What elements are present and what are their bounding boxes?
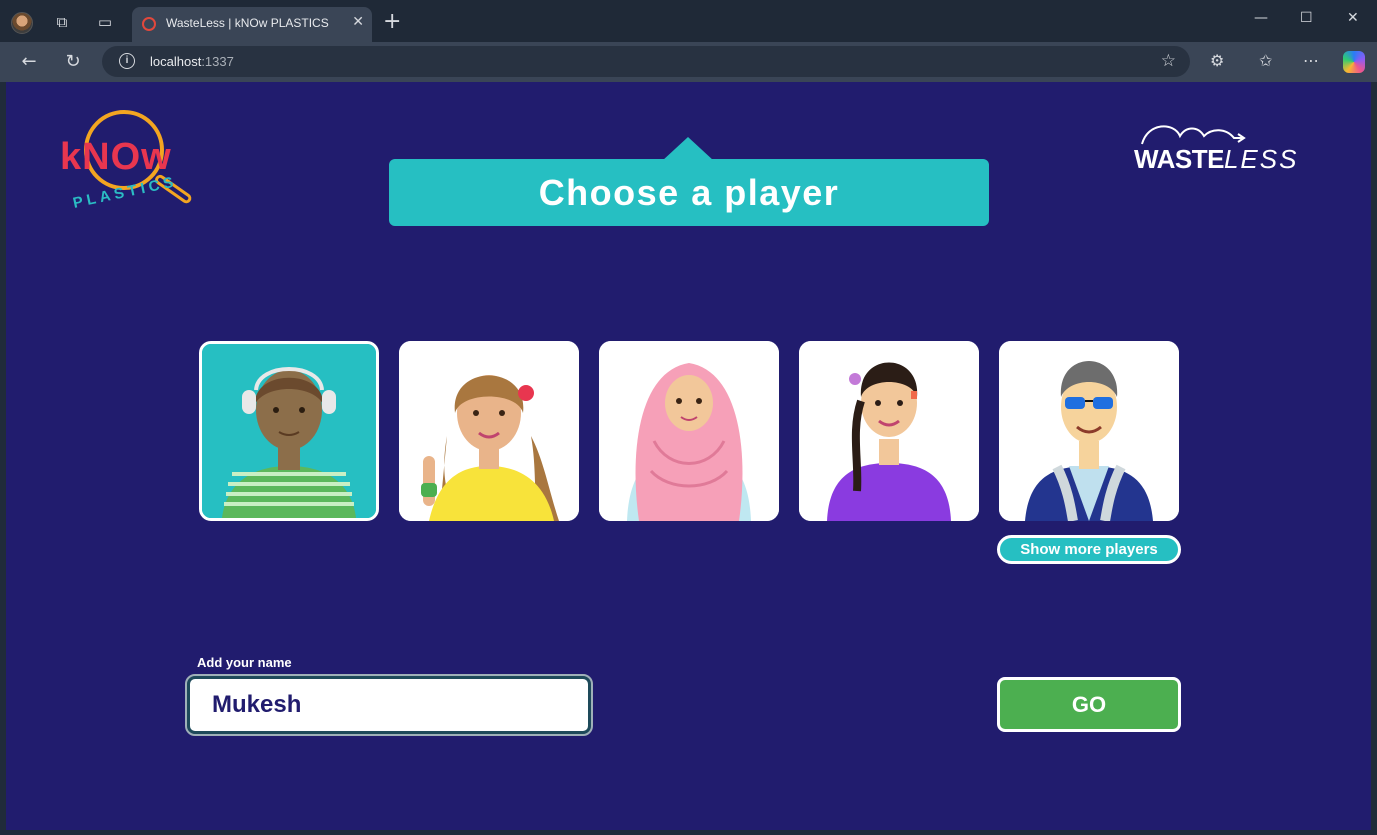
player-card-4[interactable] [799, 341, 979, 521]
copilot-icon[interactable] [1343, 51, 1365, 73]
player-5-avatar-icon [999, 341, 1179, 521]
tab-close-icon[interactable]: ✕ [352, 14, 364, 30]
go-button[interactable]: GO [997, 677, 1181, 732]
player-card-5[interactable] [999, 341, 1179, 521]
maximize-button[interactable]: ☐ [1300, 10, 1313, 26]
url-host: localhost [150, 54, 202, 69]
browser-toolbar: ← ↻ i localhost:1337 ☆ ⚙ ✩ ⋯ [0, 42, 1377, 82]
minimize-button[interactable]: — [1254, 10, 1268, 26]
tab-title: WasteLess | kNOw PLASTICS [166, 16, 329, 30]
name-label: Add your name [197, 655, 292, 670]
logo-less-word: LESS [1223, 144, 1299, 174]
workspaces-icon[interactable]: ⧉ [51, 11, 73, 33]
tab-favicon [142, 17, 156, 31]
url-text[interactable]: localhost:1337 [150, 54, 234, 69]
site-info-icon[interactable]: i [119, 53, 135, 69]
player-card-2[interactable] [399, 341, 579, 521]
extensions-icon[interactable]: ⚙ [1210, 51, 1224, 70]
player-4-avatar-icon [799, 341, 979, 521]
new-tab-button[interactable]: + [383, 9, 401, 34]
favorite-star-icon[interactable]: ☆ [1161, 51, 1176, 71]
browser-tab[interactable]: WasteLess | kNOw PLASTICS ✕ [132, 7, 372, 42]
show-more-players-button[interactable]: Show more players [997, 535, 1181, 564]
url-port: :1337 [201, 54, 234, 69]
favorites-icon[interactable]: ✩ [1259, 51, 1272, 70]
refresh-icon[interactable]: ↻ [61, 50, 85, 74]
wasteless-text: WASTELESS [1134, 144, 1298, 175]
logo-waste-word: WASTE [1134, 144, 1224, 174]
player-card-1[interactable] [199, 341, 379, 521]
wasteless-logo: WASTELESS [1134, 120, 1309, 175]
player-1-avatar-icon [202, 344, 376, 518]
browser-titlebar: ⧉ ▭ WasteLess | kNOw PLASTICS ✕ + — ☐ ✕ [0, 0, 1377, 42]
close-window-button[interactable]: ✕ [1347, 10, 1359, 26]
logo-know-text: kNOw [60, 136, 172, 178]
profile-avatar[interactable] [11, 12, 33, 34]
page-title: Choose a player [538, 172, 840, 213]
player-card-3[interactable] [599, 341, 779, 521]
page-viewport: kNOw PLASTICS WASTELESS Choose a player [6, 82, 1371, 830]
name-input[interactable]: Mukesh [185, 674, 593, 736]
back-icon[interactable]: ← [17, 50, 41, 74]
player-3-avatar-icon [599, 341, 779, 521]
more-icon[interactable]: ⋯ [1303, 51, 1319, 70]
player-2-avatar-icon [399, 341, 579, 521]
title-pointer [662, 137, 714, 161]
know-plastics-logo: kNOw PLASTICS [54, 106, 214, 226]
address-bar[interactable]: i localhost:1337 ☆ [102, 46, 1190, 77]
title-banner: Choose a player [389, 137, 989, 226]
tab-actions-icon[interactable]: ▭ [94, 11, 116, 33]
